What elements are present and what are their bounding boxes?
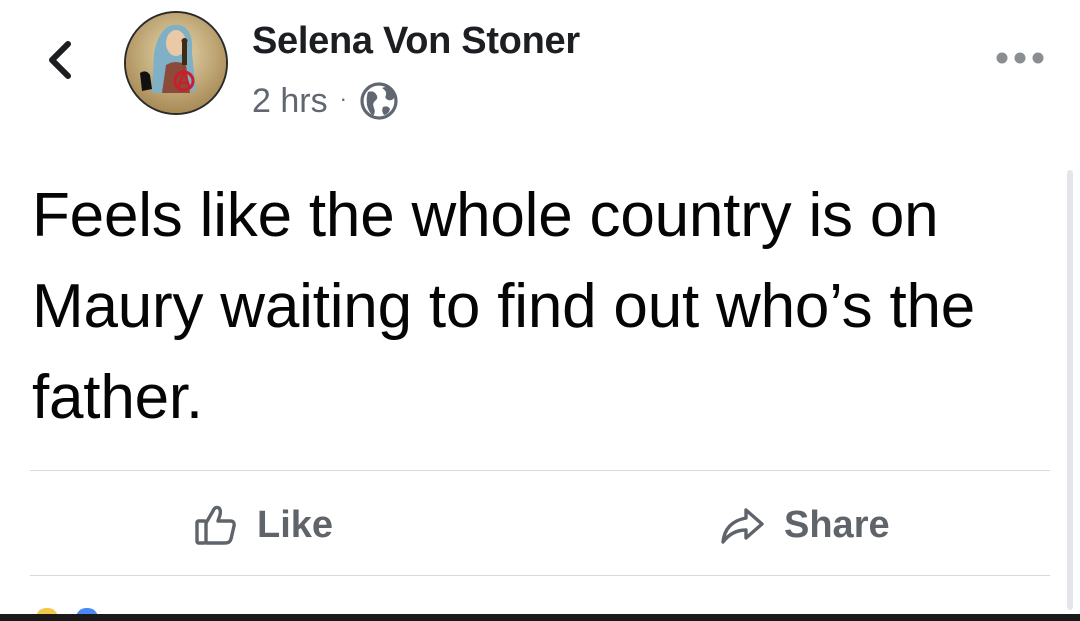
more-horizontal-icon <box>995 51 1045 70</box>
share-button[interactable]: Share <box>718 500 890 550</box>
post-text: Feels like the whole country is on Maury… <box>32 181 976 432</box>
globe-icon[interactable] <box>359 81 399 121</box>
more-options-button[interactable] <box>992 44 1048 76</box>
author-name[interactable]: Selena Von Stoner <box>252 20 580 63</box>
scrollbar[interactable] <box>1067 170 1073 610</box>
chevron-left-icon <box>46 40 74 85</box>
back-button[interactable] <box>40 38 80 86</box>
like-label: Like <box>257 503 334 546</box>
timestamp[interactable]: 2 hrs <box>252 82 328 121</box>
thumbs-up-icon <box>193 502 239 548</box>
post-meta: 2 hrs · <box>252 80 399 122</box>
divider <box>30 470 1050 471</box>
divider <box>30 575 1050 576</box>
share-arrow-icon <box>718 504 766 546</box>
avatar-image <box>126 13 226 113</box>
bottom-edge <box>0 614 1080 621</box>
meta-separator: · <box>339 86 347 111</box>
avatar[interactable] <box>124 11 228 115</box>
share-label: Share <box>784 503 890 546</box>
post-screen: Selena Von Stoner 2 hrs · Feels like the… <box>0 0 1080 621</box>
like-button[interactable]: Like <box>193 500 333 550</box>
